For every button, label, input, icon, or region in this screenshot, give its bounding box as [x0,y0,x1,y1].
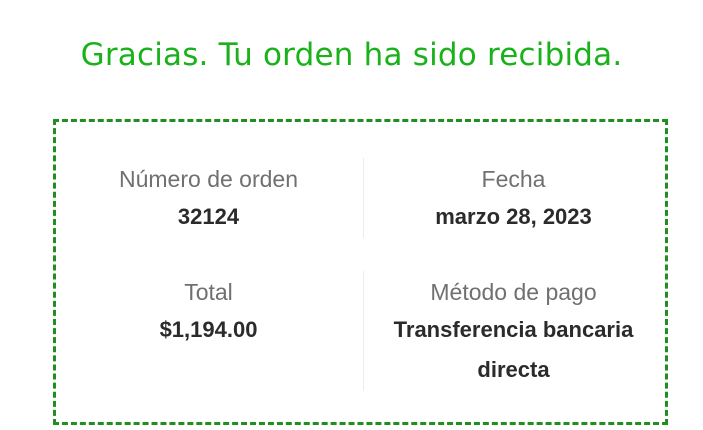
payment-method-value: Transferencia bancaria directa [393,317,634,382]
order-total: Total $1,194.00 [96,274,321,350]
order-number-label: Número de orden [119,166,298,192]
order-number-value: 32124 [177,204,240,229]
order-date: Fecha marzo 28, 2023 [386,161,641,237]
column-divider [363,271,364,391]
order-total-label: Total [184,279,233,305]
order-number: Número de orden 32124 [96,161,321,237]
payment-method: Método de pago Transferencia bancaria di… [376,274,651,390]
payment-method-label: Método de pago [430,279,597,305]
order-date-label: Fecha [481,166,546,192]
order-date-value: marzo 28, 2023 [435,204,592,229]
column-divider [363,158,364,238]
order-summary-box: Número de orden 32124 Fecha marzo 28, 20… [53,119,668,425]
order-total-value: $1,194.00 [159,317,258,342]
order-received-title: Gracias. Tu orden ha sido recibida. [80,37,623,73]
